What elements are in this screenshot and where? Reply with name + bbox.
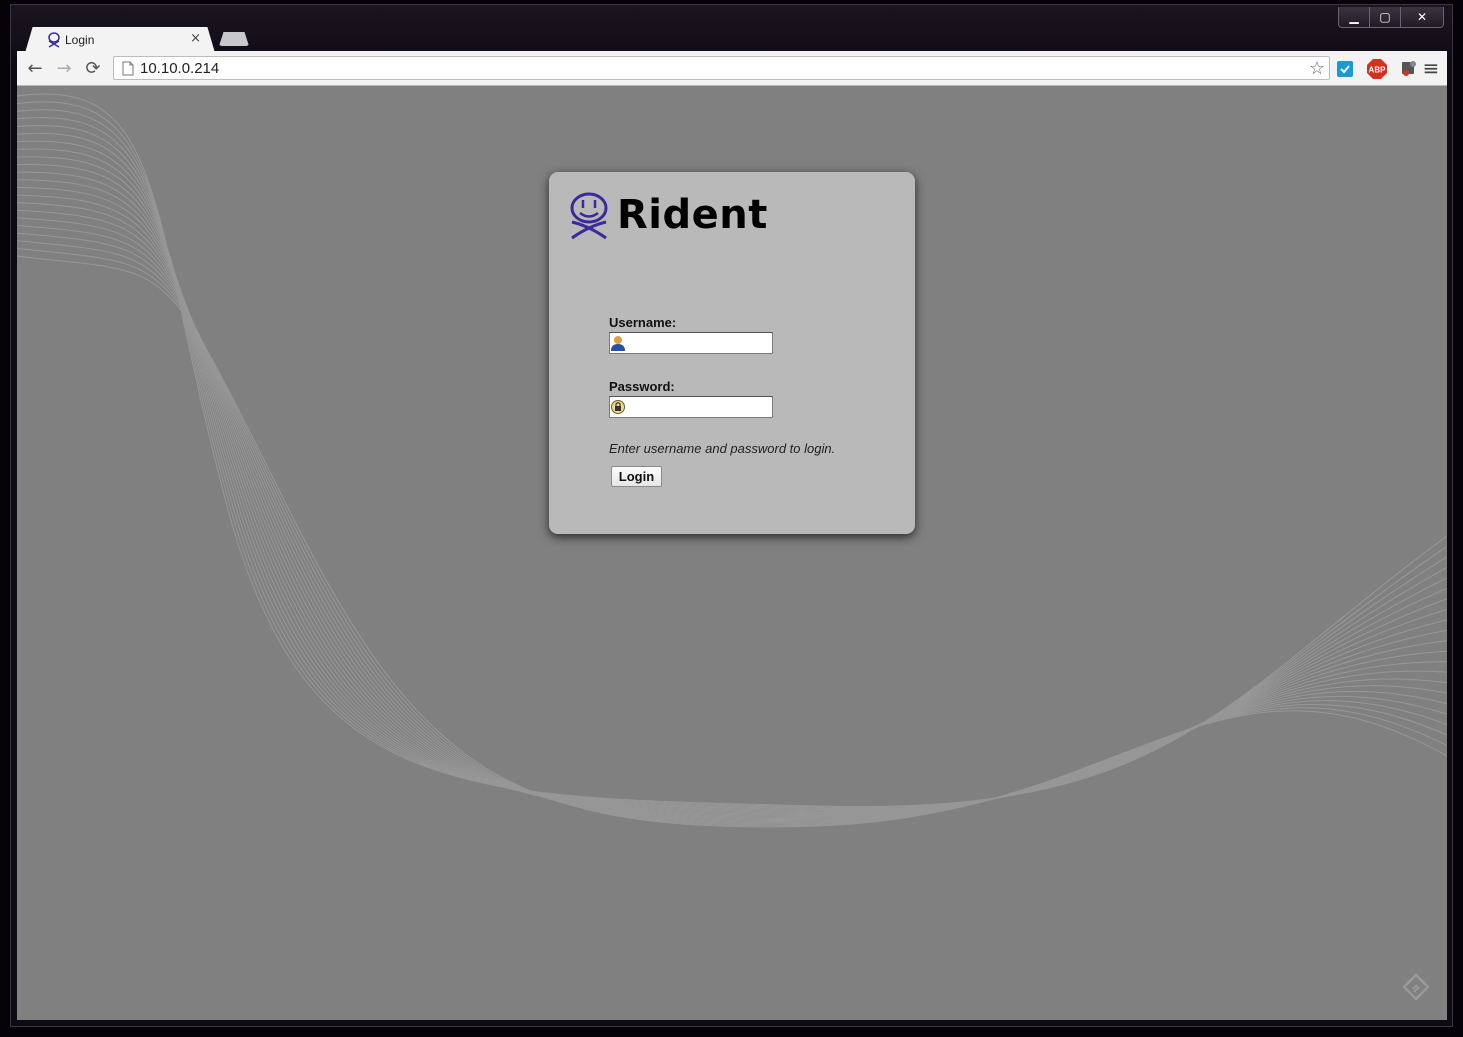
maximize-button[interactable]: ▢ [1369,7,1400,27]
browser-toolbar: ← → ⟳ 10.10.0.214 ☆ ABP ≡ [17,51,1447,86]
url-text[interactable]: 10.10.0.214 [140,60,219,77]
tab-title: Login [65,33,95,47]
page-icon [122,61,134,76]
feedly-icon[interactable] [1403,974,1429,1000]
browser-window: ▁ ▢ ✕ Login × ← → ⟳ 10.10.0.214 ☆ ABP ≡ … [10,4,1453,1027]
user-icon [611,336,625,351]
back-arrow-icon[interactable]: ← [25,58,45,79]
brand-name: Rident [617,192,768,238]
username-label: Username: [609,315,677,330]
lock-icon [611,400,625,414]
checkmark-extension-icon[interactable] [1337,61,1353,77]
password-input[interactable] [628,397,772,417]
adblock-extension-icon[interactable]: ABP [1367,59,1387,79]
adblock-label: ABP [1369,66,1387,75]
username-input[interactable] [628,333,772,353]
login-panel: Rident Username: Password: Enter usernam… [549,172,915,534]
address-bar[interactable]: 10.10.0.214 ☆ [113,56,1330,80]
menu-icon[interactable]: ≡ [1421,56,1441,80]
close-window-button[interactable]: ✕ [1400,7,1443,27]
login-button[interactable]: Login [611,466,662,487]
browser-tab-active[interactable]: Login × [25,27,215,53]
minimize-button[interactable]: ▁ [1339,7,1369,27]
close-tab-icon[interactable]: × [190,31,201,46]
reload-icon[interactable]: ⟳ [83,58,103,79]
window-controls: ▁ ▢ ✕ [1338,7,1444,28]
password-label: Password: [609,379,675,394]
password-field[interactable] [609,396,773,418]
login-hint: Enter username and password to login. [609,441,836,456]
rident-logo-icon [570,192,608,240]
new-tab-button[interactable] [219,32,249,46]
rident-favicon-icon [48,32,60,48]
username-field[interactable] [609,332,773,354]
forward-arrow-icon[interactable]: → [54,58,74,79]
bookmark-star-icon[interactable]: ☆ [1309,58,1325,79]
puzzle-extension-icon[interactable] [1400,59,1418,77]
page-viewport: Rident Username: Password: Enter usernam… [17,86,1447,1020]
